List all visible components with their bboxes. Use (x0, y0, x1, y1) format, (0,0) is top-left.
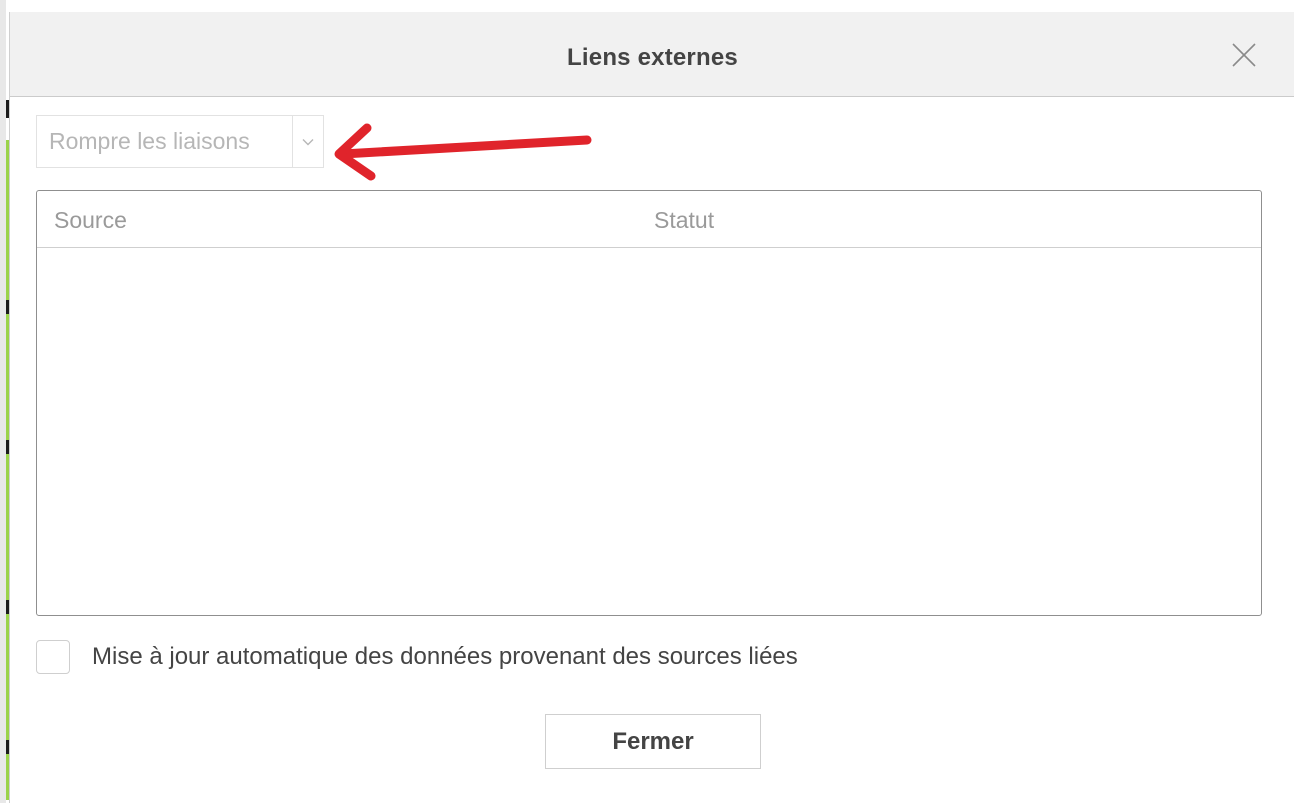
chevron-down-icon[interactable] (292, 116, 323, 167)
red-arrow-annotation-icon (334, 123, 592, 181)
links-table: Source Statut (36, 190, 1262, 616)
external-links-dialog: Liens externes Rompre les liaisons Sourc… (9, 12, 1294, 803)
dialog-titlebar: Liens externes (10, 12, 1294, 97)
table-header: Source Statut (37, 191, 1261, 248)
dialog-title: Liens externes (567, 44, 738, 71)
auto-update-option[interactable]: Mise à jour automatique des données prov… (36, 640, 798, 674)
column-header-status[interactable]: Statut (654, 207, 714, 234)
break-links-label: Rompre les liaisons (49, 128, 250, 154)
column-header-source[interactable]: Source (54, 207, 127, 234)
close-button[interactable]: Fermer (545, 714, 761, 769)
close-icon[interactable] (1229, 40, 1259, 70)
break-links-dropdown[interactable]: Rompre les liaisons (36, 115, 324, 168)
auto-update-label: Mise à jour automatique des données prov… (92, 643, 798, 670)
background-window-edge (0, 0, 9, 803)
auto-update-checkbox[interactable] (36, 640, 70, 674)
